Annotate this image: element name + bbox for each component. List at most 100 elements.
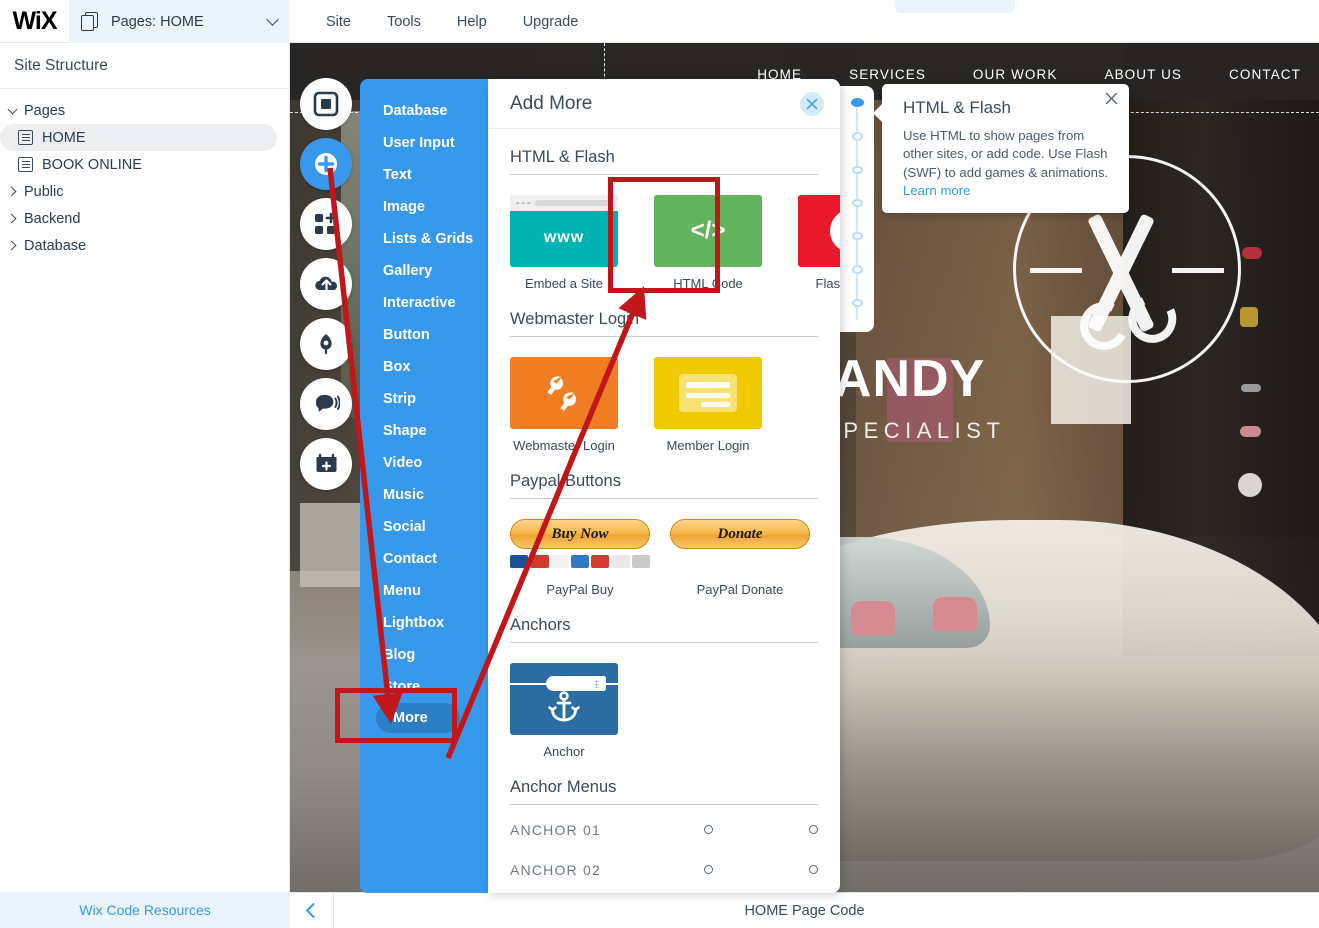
chevron-right-icon xyxy=(4,238,20,254)
top-bar: WiX Pages: HOME Site Tools Help Upgrade xyxy=(0,0,1319,43)
stepper-dot-7[interactable] xyxy=(851,298,863,307)
paypal-donate-button-art: Donate xyxy=(670,519,810,549)
main-menu: Site Tools Help Upgrade xyxy=(300,0,578,43)
tree-item-home[interactable]: HOME xyxy=(0,124,277,151)
add-menu-item-more[interactable]: More xyxy=(376,703,460,733)
site-design-icon[interactable] xyxy=(300,318,352,370)
pages-dropdown[interactable]: Pages: HOME xyxy=(69,0,289,43)
add-bookings-icon[interactable] xyxy=(300,438,352,490)
add-menu-item-interactive[interactable]: Interactive xyxy=(360,287,488,319)
page-title: Site Structure xyxy=(0,43,289,89)
tooltip-title: HTML & Flash xyxy=(903,98,1012,117)
html-code-icon: </> xyxy=(654,195,762,267)
wix-code-resources-link[interactable]: Wix Code Resources xyxy=(79,902,211,918)
page-code-label: HOME Page Code xyxy=(744,902,865,919)
site-nav-our-work[interactable]: OUR WORK xyxy=(973,67,1058,82)
menu-item-tools[interactable]: Tools xyxy=(387,14,421,30)
add-blog-icon[interactable] xyxy=(300,378,352,430)
anchor-radio-icon[interactable] xyxy=(704,865,713,874)
tile-anchor[interactable]: Anchor xyxy=(510,663,618,759)
add-menu-item-contact[interactable]: Contact xyxy=(360,543,488,575)
tree-item-public[interactable]: Public xyxy=(0,178,289,205)
tree-item-label: BOOK ONLINE xyxy=(42,156,142,173)
chevron-right-icon xyxy=(4,184,20,200)
site-nav-contact[interactable]: CONTACT xyxy=(1229,67,1301,82)
chevron-down-icon xyxy=(266,13,279,26)
add-menu-item-text[interactable]: Text xyxy=(360,159,488,191)
stepper-dot-6[interactable] xyxy=(851,265,863,274)
tile-flash-swf[interactable]: f Flash (SWF) xyxy=(798,195,840,291)
tile-member-login[interactable]: Member Login xyxy=(654,357,762,453)
add-element-icon[interactable] xyxy=(300,138,352,190)
site-nav-services[interactable]: SERVICES xyxy=(849,67,926,82)
tile-webmaster-login[interactable]: Webmaster Login xyxy=(510,357,618,453)
section-title-html-flash: HTML & Flash xyxy=(510,148,818,175)
add-menu-item-user-input[interactable]: User Input xyxy=(360,127,488,159)
add-menu-item-lists-grids[interactable]: Lists & Grids xyxy=(360,223,488,255)
anchor-radio-icon[interactable] xyxy=(809,825,818,834)
add-element-menu: Database User Input Text Image Lists & G… xyxy=(360,79,488,893)
tile-paypal-buy[interactable]: Buy Now PayPal Buy xyxy=(510,519,650,597)
tree-item-book-online[interactable]: BOOK ONLINE xyxy=(0,151,277,178)
add-menu-item-gallery[interactable]: Gallery xyxy=(360,255,488,287)
paypal-buy-button-art: Buy Now xyxy=(510,519,650,549)
wix-logo[interactable]: WiX xyxy=(0,0,69,43)
flash-art-text: f xyxy=(830,209,840,253)
wrench-icon xyxy=(510,357,618,429)
add-menu-item-music[interactable]: Music xyxy=(360,479,488,511)
add-menu-item-store[interactable]: Store xyxy=(360,671,488,703)
site-navigation-menu: HOME SERVICES OUR WORK ABOUT US CONTACT xyxy=(757,67,1301,82)
tile-paypal-donate[interactable]: Donate PayPal Donate xyxy=(670,519,810,597)
anchor-row-label: ANCHOR 02 xyxy=(510,861,601,878)
panel-body[interactable]: HTML & Flash www Embed a Site </> HTML C… xyxy=(488,129,840,893)
tile-html-code[interactable]: </> HTML Code xyxy=(654,195,762,291)
tree-item-backend[interactable]: Backend xyxy=(0,205,289,232)
stepper-dot-5[interactable] xyxy=(851,232,863,241)
section-title-paypal-buttons: Paypal Buttons xyxy=(510,472,818,499)
menu-item-help[interactable]: Help xyxy=(457,14,487,30)
site-nav-about-us[interactable]: ABOUT US xyxy=(1104,67,1182,82)
add-menu-item-box[interactable]: Box xyxy=(360,351,488,383)
close-icon[interactable] xyxy=(800,91,824,116)
add-menu-item-button[interactable]: Button xyxy=(360,319,488,351)
panel-header: Add More xyxy=(488,79,840,129)
chevron-left-icon[interactable] xyxy=(290,892,334,928)
stepper-dot-1[interactable] xyxy=(850,98,864,108)
my-uploads-icon[interactable] xyxy=(300,258,352,310)
add-menu-item-lightbox[interactable]: Lightbox xyxy=(360,607,488,639)
credit-card-icons xyxy=(510,555,650,568)
add-menu-item-social[interactable]: Social xyxy=(360,511,488,543)
embed-site-icon: www xyxy=(510,195,618,267)
close-icon[interactable] xyxy=(1105,92,1119,106)
tooltip-arrow xyxy=(873,104,882,122)
anchor-radio-icon[interactable] xyxy=(704,825,713,834)
add-apps-icon[interactable] xyxy=(300,198,352,250)
top-notification-chip[interactable] xyxy=(895,0,1015,13)
editor-icon-toolbar xyxy=(300,78,352,490)
stepper-dot-3[interactable] xyxy=(851,165,863,174)
add-menu-item-database[interactable]: Database xyxy=(360,95,488,127)
add-menu-item-shape[interactable]: Shape xyxy=(360,415,488,447)
stepper-dot-4[interactable] xyxy=(851,198,863,208)
learn-more-link[interactable]: Learn more xyxy=(903,183,970,198)
menu-item-upgrade[interactable]: Upgrade xyxy=(523,14,579,30)
menus-and-pages-icon[interactable] xyxy=(300,78,352,130)
panel-title: Add More xyxy=(510,92,593,114)
page-icon xyxy=(18,157,33,172)
add-menu-item-video[interactable]: Video xyxy=(360,447,488,479)
tile-caption: Flash (SWF) xyxy=(815,276,840,291)
menu-item-site[interactable]: Site xyxy=(326,14,351,30)
tile-caption: Anchor xyxy=(543,744,585,759)
anchor-menu-row[interactable]: ANCHOR 01 xyxy=(510,814,818,845)
add-menu-item-blog[interactable]: Blog xyxy=(360,639,488,671)
stepper-dot-2[interactable] xyxy=(851,132,863,141)
tree-item-database[interactable]: Database xyxy=(0,232,289,259)
tile-embed-a-site[interactable]: www Embed a Site xyxy=(510,195,618,291)
anchor-radio-icon[interactable] xyxy=(809,865,818,874)
add-menu-item-image[interactable]: Image xyxy=(360,191,488,223)
add-menu-item-menu[interactable]: Menu xyxy=(360,575,488,607)
tree-item-pages[interactable]: Pages xyxy=(0,97,289,124)
anchor-menu-row[interactable]: ANCHOR 02 xyxy=(510,854,818,885)
add-menu-item-strip[interactable]: Strip xyxy=(360,383,488,415)
tile-row-anchors: Anchor xyxy=(510,663,818,759)
